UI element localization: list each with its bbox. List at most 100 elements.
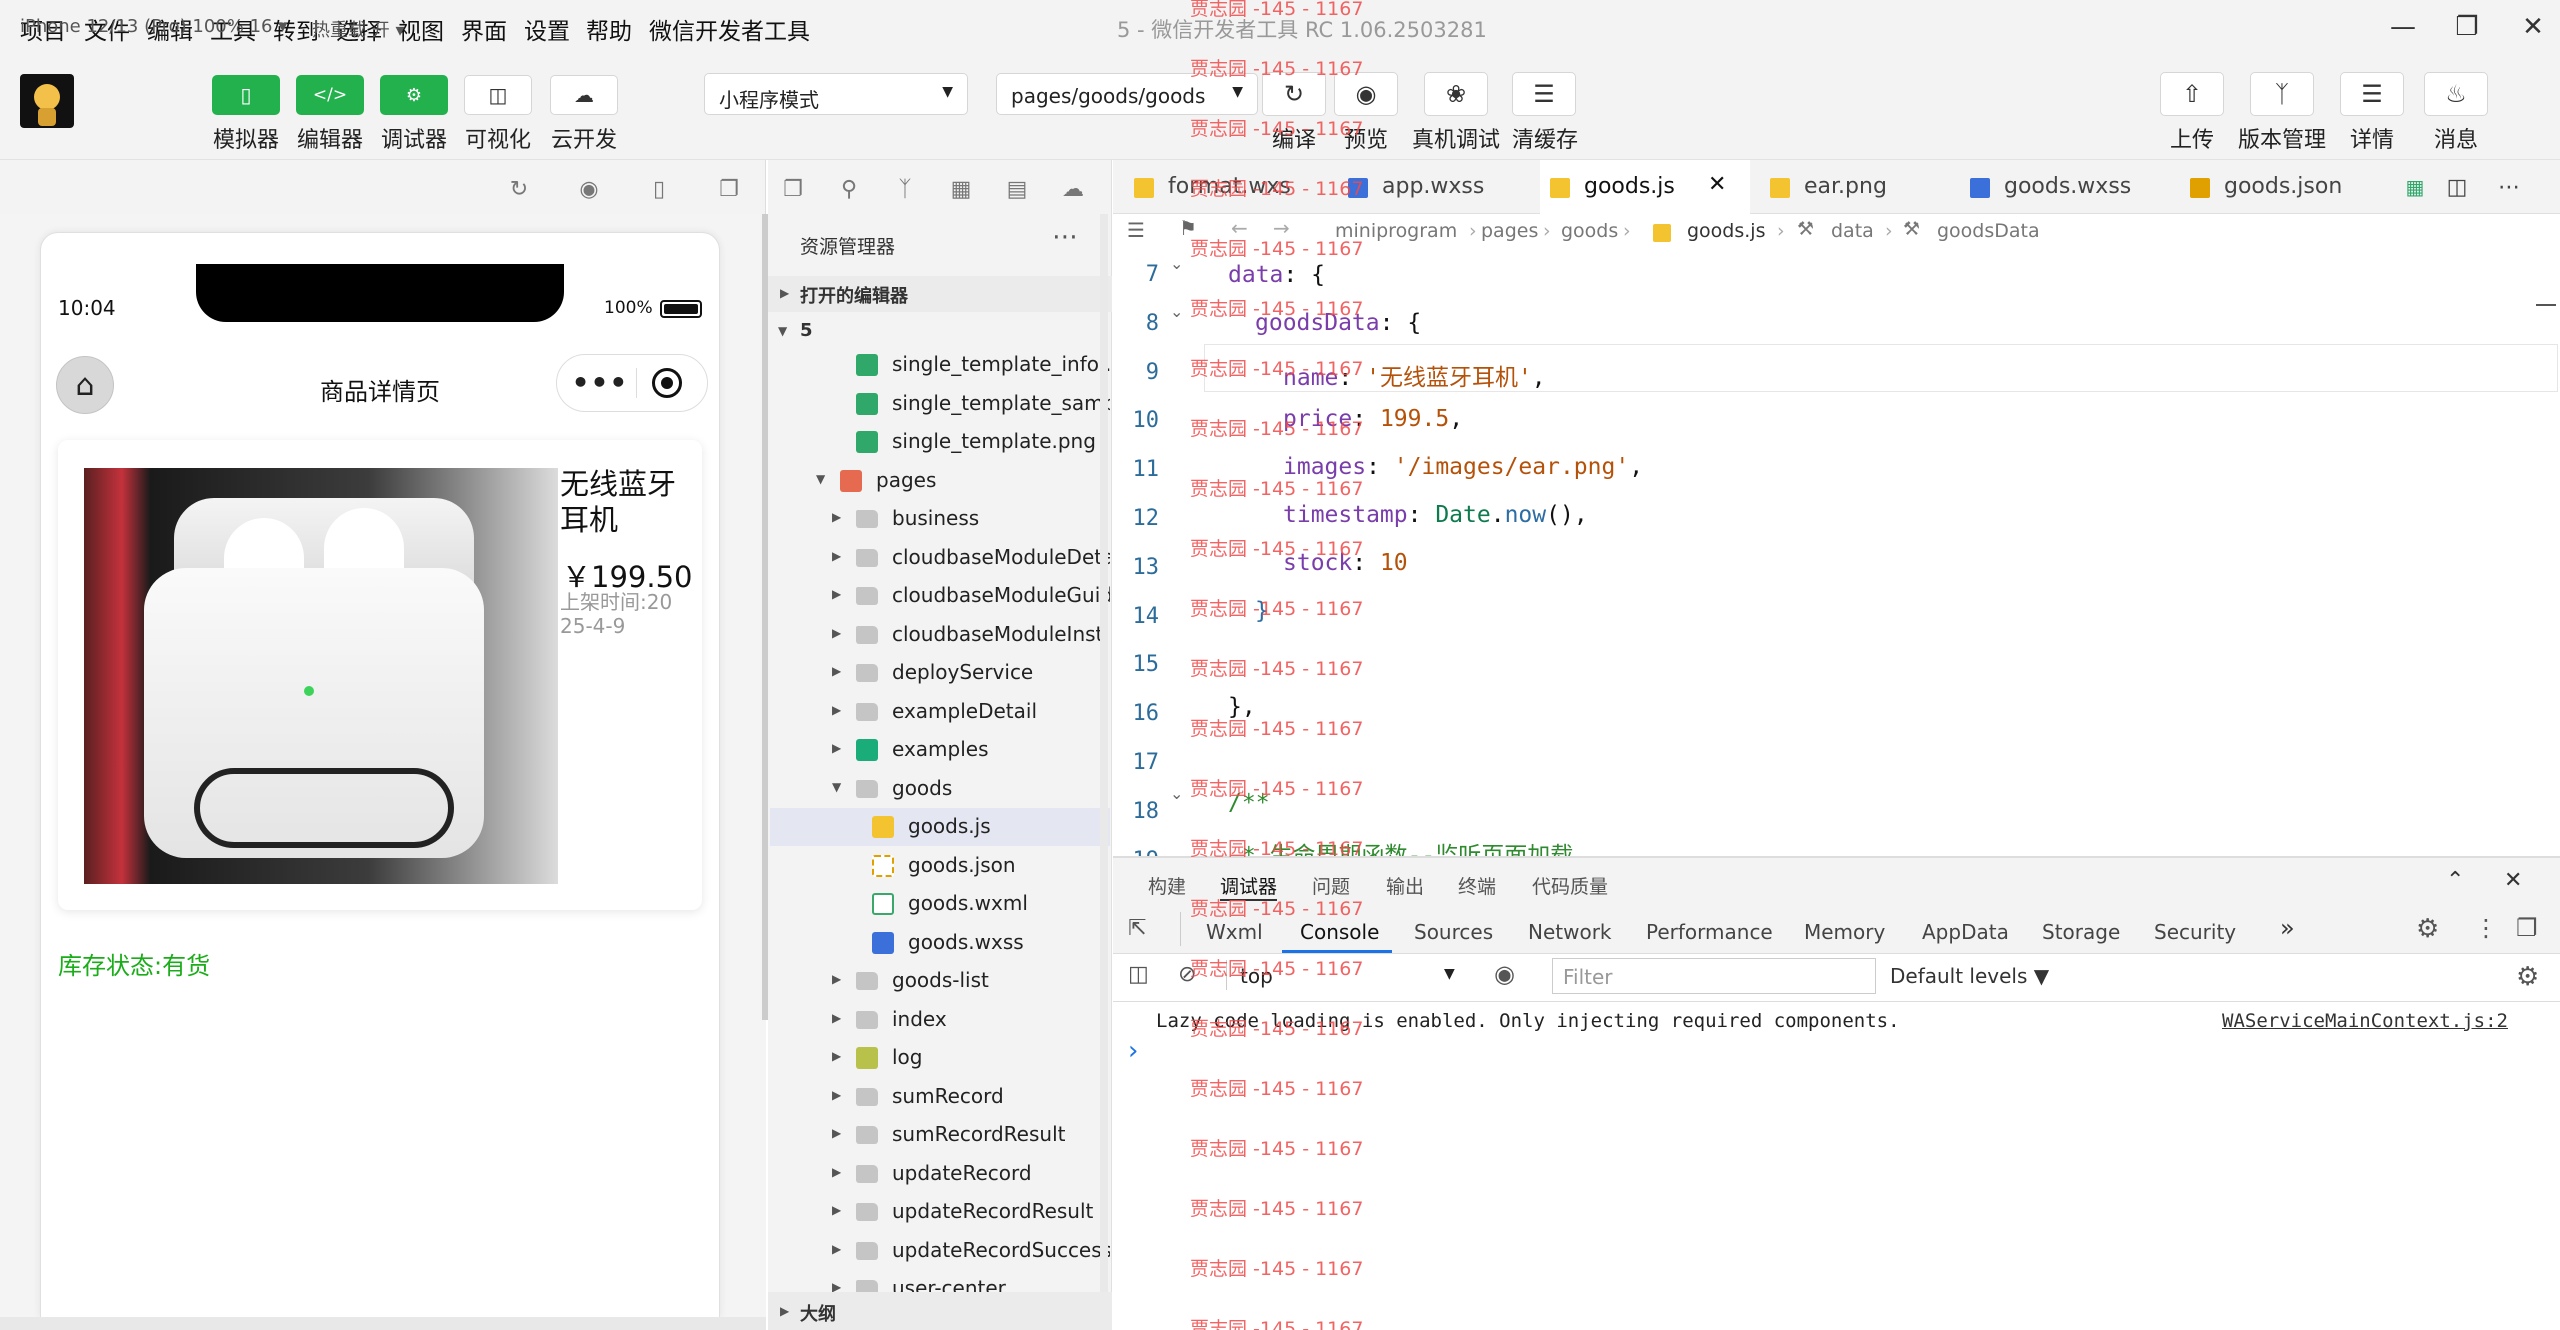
menu-view[interactable]: 视图 (398, 12, 444, 46)
cloud-button[interactable]: ☁ (550, 75, 618, 115)
files-icon[interactable]: ❐ (776, 172, 810, 206)
window-icon[interactable]: ❐ (712, 172, 746, 206)
file-tree-item[interactable]: ▶ updateRecord (770, 1155, 1110, 1193)
context-select[interactable]: top ▼ (1240, 964, 1464, 994)
rotate-icon[interactable]: ↻ (502, 172, 536, 206)
git-icon[interactable]: ᛉ (888, 172, 922, 206)
close-panel-icon[interactable]: ✕ (2504, 868, 2522, 893)
tab-goods-js[interactable]: goods.js ✕ (1540, 160, 1750, 214)
tab-format-wxs[interactable]: format.wxs (1124, 160, 1324, 214)
kebab-icon[interactable]: ⋮ (2474, 914, 2498, 942)
tab-ear-png[interactable]: ear.png (1760, 160, 1950, 214)
menu-interface[interactable]: 界面 (461, 12, 507, 46)
phone-icon[interactable]: ▯ (642, 172, 676, 206)
back-icon[interactable]: ← (1231, 216, 1248, 240)
maximize-icon[interactable]: ❐ (2442, 8, 2492, 46)
tab-sources[interactable]: Sources (1414, 920, 1493, 944)
avatar[interactable] (20, 74, 74, 128)
bookmark-icon[interactable]: ⚑ (1179, 216, 1197, 240)
file-tree-item[interactable]: ▶ index (770, 1001, 1110, 1039)
tab-debugger[interactable]: 调试器 (1220, 872, 1278, 901)
version-button[interactable]: ᛉ (2250, 72, 2314, 116)
file-tree-item[interactable]: ▶ cloudbaseModuleInst... (770, 616, 1110, 654)
breadcrumb-item[interactable]: miniprogram (1335, 220, 1457, 242)
simulator-button[interactable]: ▯ (212, 75, 280, 115)
tab-build[interactable]: 构建 (1148, 872, 1186, 899)
breadcrumb-item[interactable]: pages (1481, 220, 1538, 242)
hot-reload-toggle[interactable]: 热重载 开 ▾ (312, 16, 404, 42)
storage-icon[interactable]: ▤ (1000, 172, 1034, 206)
file-tree-item[interactable]: ▶ examples (770, 731, 1110, 769)
upload-button[interactable]: ⇧ (2160, 72, 2224, 116)
extensions-icon[interactable]: ▦ (944, 172, 978, 206)
clear-cache-button[interactable]: ☰ (1512, 72, 1576, 116)
list-icon[interactable]: ☰ (1127, 218, 1145, 242)
forward-icon[interactable]: → (1273, 216, 1290, 240)
device-select[interactable]: iPhone 12/13 (Pro) 100% 16 ▾ (20, 16, 287, 37)
file-tree-item[interactable]: single_template.png (770, 423, 1110, 461)
minimize-icon[interactable]: — (2378, 8, 2428, 46)
search-icon[interactable]: ⚲ (832, 172, 866, 206)
file-tree-item[interactable]: ▶ cloudbaseModuleDetail (770, 539, 1110, 577)
menu-wechat-devtools[interactable]: 微信开发者工具 (649, 12, 810, 46)
file-icon[interactable]: ▦ (2398, 168, 2432, 206)
explorer-scrollbar[interactable] (1100, 214, 1108, 1292)
file-tree-item[interactable]: ▶ goods-list (770, 962, 1110, 1000)
file-tree-item[interactable]: goods.js (770, 808, 1110, 846)
file-tree-item[interactable]: ▶ sumRecord (770, 1078, 1110, 1116)
close-tab-icon[interactable]: ✕ (1708, 172, 1726, 197)
tab-memory[interactable]: Memory (1804, 920, 1885, 944)
fold-icon[interactable]: ⌄ (1170, 254, 1183, 273)
fold-icon[interactable]: ⌄ (1170, 784, 1183, 803)
home-button[interactable]: ⌂ (56, 356, 114, 414)
split-editor-icon[interactable]: ◫ (2440, 168, 2474, 206)
more-icon[interactable]: ⋯ (1052, 222, 1078, 252)
fold-icon[interactable]: ⌄ (1170, 302, 1183, 321)
file-tree-item[interactable]: ▶ business (770, 500, 1110, 538)
file-tree-item[interactable]: ▶ sumRecordResult (770, 1116, 1110, 1154)
console-settings-icon[interactable]: ⚙ (2516, 962, 2539, 992)
file-tree-item[interactable]: ▶ deployService (770, 654, 1110, 692)
dock-icon[interactable]: ❐ (2516, 914, 2538, 942)
file-tree-item[interactable]: ▶ cloudbaseModuleGuide (770, 577, 1110, 615)
collapse-up-icon[interactable]: ⌃ (2446, 868, 2464, 893)
file-tree-item[interactable]: ▶ exampleDetail (770, 693, 1110, 731)
messages-button[interactable]: ♨ (2424, 72, 2488, 116)
page-select[interactable]: pages/goods/goods ▼ (996, 73, 1258, 115)
project-label[interactable]: 5 (800, 320, 813, 341)
sidebar-toggle-icon[interactable]: ◫ (1128, 962, 1149, 987)
file-tree-item[interactable]: ▶ updateRecordResult (770, 1193, 1110, 1231)
product-image[interactable] (84, 468, 558, 884)
file-tree-item[interactable]: ▼ goods (770, 770, 1110, 808)
tab-code-quality[interactable]: 代码质量 (1532, 872, 1608, 899)
visual-button[interactable]: ◫ (464, 75, 532, 115)
breadcrumb-item[interactable]: data (1831, 220, 1874, 242)
file-tree-item[interactable]: ▼ pages (770, 462, 1110, 500)
clear-console-icon[interactable]: ⊘ (1178, 962, 1196, 987)
compile-button[interactable]: ↻ (1262, 72, 1326, 116)
breadcrumb-item[interactable]: goodsData (1937, 220, 2040, 242)
breadcrumb-item[interactable]: goods (1561, 220, 1618, 242)
console-prompt[interactable]: › (1128, 1036, 1138, 1066)
tab-console[interactable]: Console (1300, 920, 1379, 944)
tab-security[interactable]: Security (2154, 920, 2236, 944)
tab-performance[interactable]: Performance (1646, 920, 1773, 944)
file-tree-item[interactable]: single_template_samp... (770, 385, 1110, 423)
details-button[interactable]: ☰ (2340, 72, 2404, 116)
preview-button[interactable]: ◉ (1334, 72, 1398, 116)
real-debug-button[interactable]: ❀ (1424, 72, 1488, 116)
file-tree-item[interactable]: goods.json (770, 847, 1110, 885)
close-miniprogram-icon[interactable] (652, 368, 682, 398)
file-tree-item[interactable]: goods.wxml (770, 885, 1110, 923)
tab-terminal[interactable]: 终端 (1458, 872, 1496, 899)
cloud-icon[interactable]: ☁ (1056, 172, 1090, 206)
tab-problems[interactable]: 问题 (1312, 872, 1350, 899)
more-actions-icon[interactable]: ⋯ (2492, 168, 2526, 206)
tab-goods-json[interactable]: goods.json (2180, 160, 2390, 214)
menu-settings[interactable]: 设置 (524, 12, 570, 46)
stop-icon[interactable]: ◉ (572, 172, 606, 206)
close-window-icon[interactable]: ✕ (2508, 8, 2558, 46)
filter-input[interactable]: Filter (1552, 958, 1876, 994)
more-dots-icon[interactable]: ••• (570, 358, 630, 406)
levels-select[interactable]: Default levels ▼ (1890, 964, 2049, 988)
